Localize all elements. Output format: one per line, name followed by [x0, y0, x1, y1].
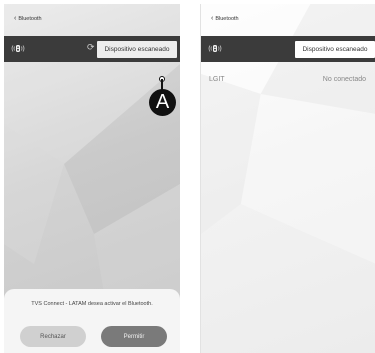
device-name: LGIT	[209, 76, 225, 83]
allow-button[interactable]: Permitir	[101, 326, 167, 347]
dialog-message: TVS Connect - LATAM desea activar el Blu…	[31, 301, 153, 307]
back-label: Bluetooth	[18, 15, 42, 22]
callout-badge: A	[149, 89, 176, 116]
chevron-left-icon: ‹	[211, 15, 214, 22]
back-label: Bluetooth	[215, 15, 239, 22]
bluetooth-speaker-icon	[207, 43, 223, 54]
top-navigation: ‹ Bluetooth	[4, 12, 180, 32]
device-list-item[interactable]: LGIT No conectado	[201, 72, 375, 88]
scanned-device-button[interactable]: Dispositivo escaneado	[295, 41, 375, 58]
chevron-left-icon: ‹	[14, 15, 17, 22]
bluetooth-permission-dialog: TVS Connect - LATAM desea activar el Blu…	[4, 289, 180, 353]
bluetooth-speaker-icon	[10, 43, 26, 54]
back-button[interactable]: ‹ Bluetooth	[14, 15, 42, 22]
right-phone-screen: ‹ Bluetooth Dispositivo escaneado LGIT N…	[200, 4, 375, 353]
reject-button[interactable]: Rechazar	[20, 326, 86, 347]
device-status: No conectado	[322, 76, 366, 83]
left-phone-screen: ‹ Bluetooth ⟳ Dispositivo escaneado A TV…	[4, 4, 180, 353]
refresh-icon[interactable]: ⟳	[87, 43, 95, 52]
bluetooth-bar: Dispositivo escaneado	[201, 36, 375, 62]
scanned-device-button[interactable]: Dispositivo escaneado	[97, 41, 177, 58]
top-navigation: ‹ Bluetooth	[201, 12, 375, 32]
back-button[interactable]: ‹ Bluetooth	[211, 15, 239, 22]
bluetooth-bar: ⟳ Dispositivo escaneado	[4, 36, 180, 62]
